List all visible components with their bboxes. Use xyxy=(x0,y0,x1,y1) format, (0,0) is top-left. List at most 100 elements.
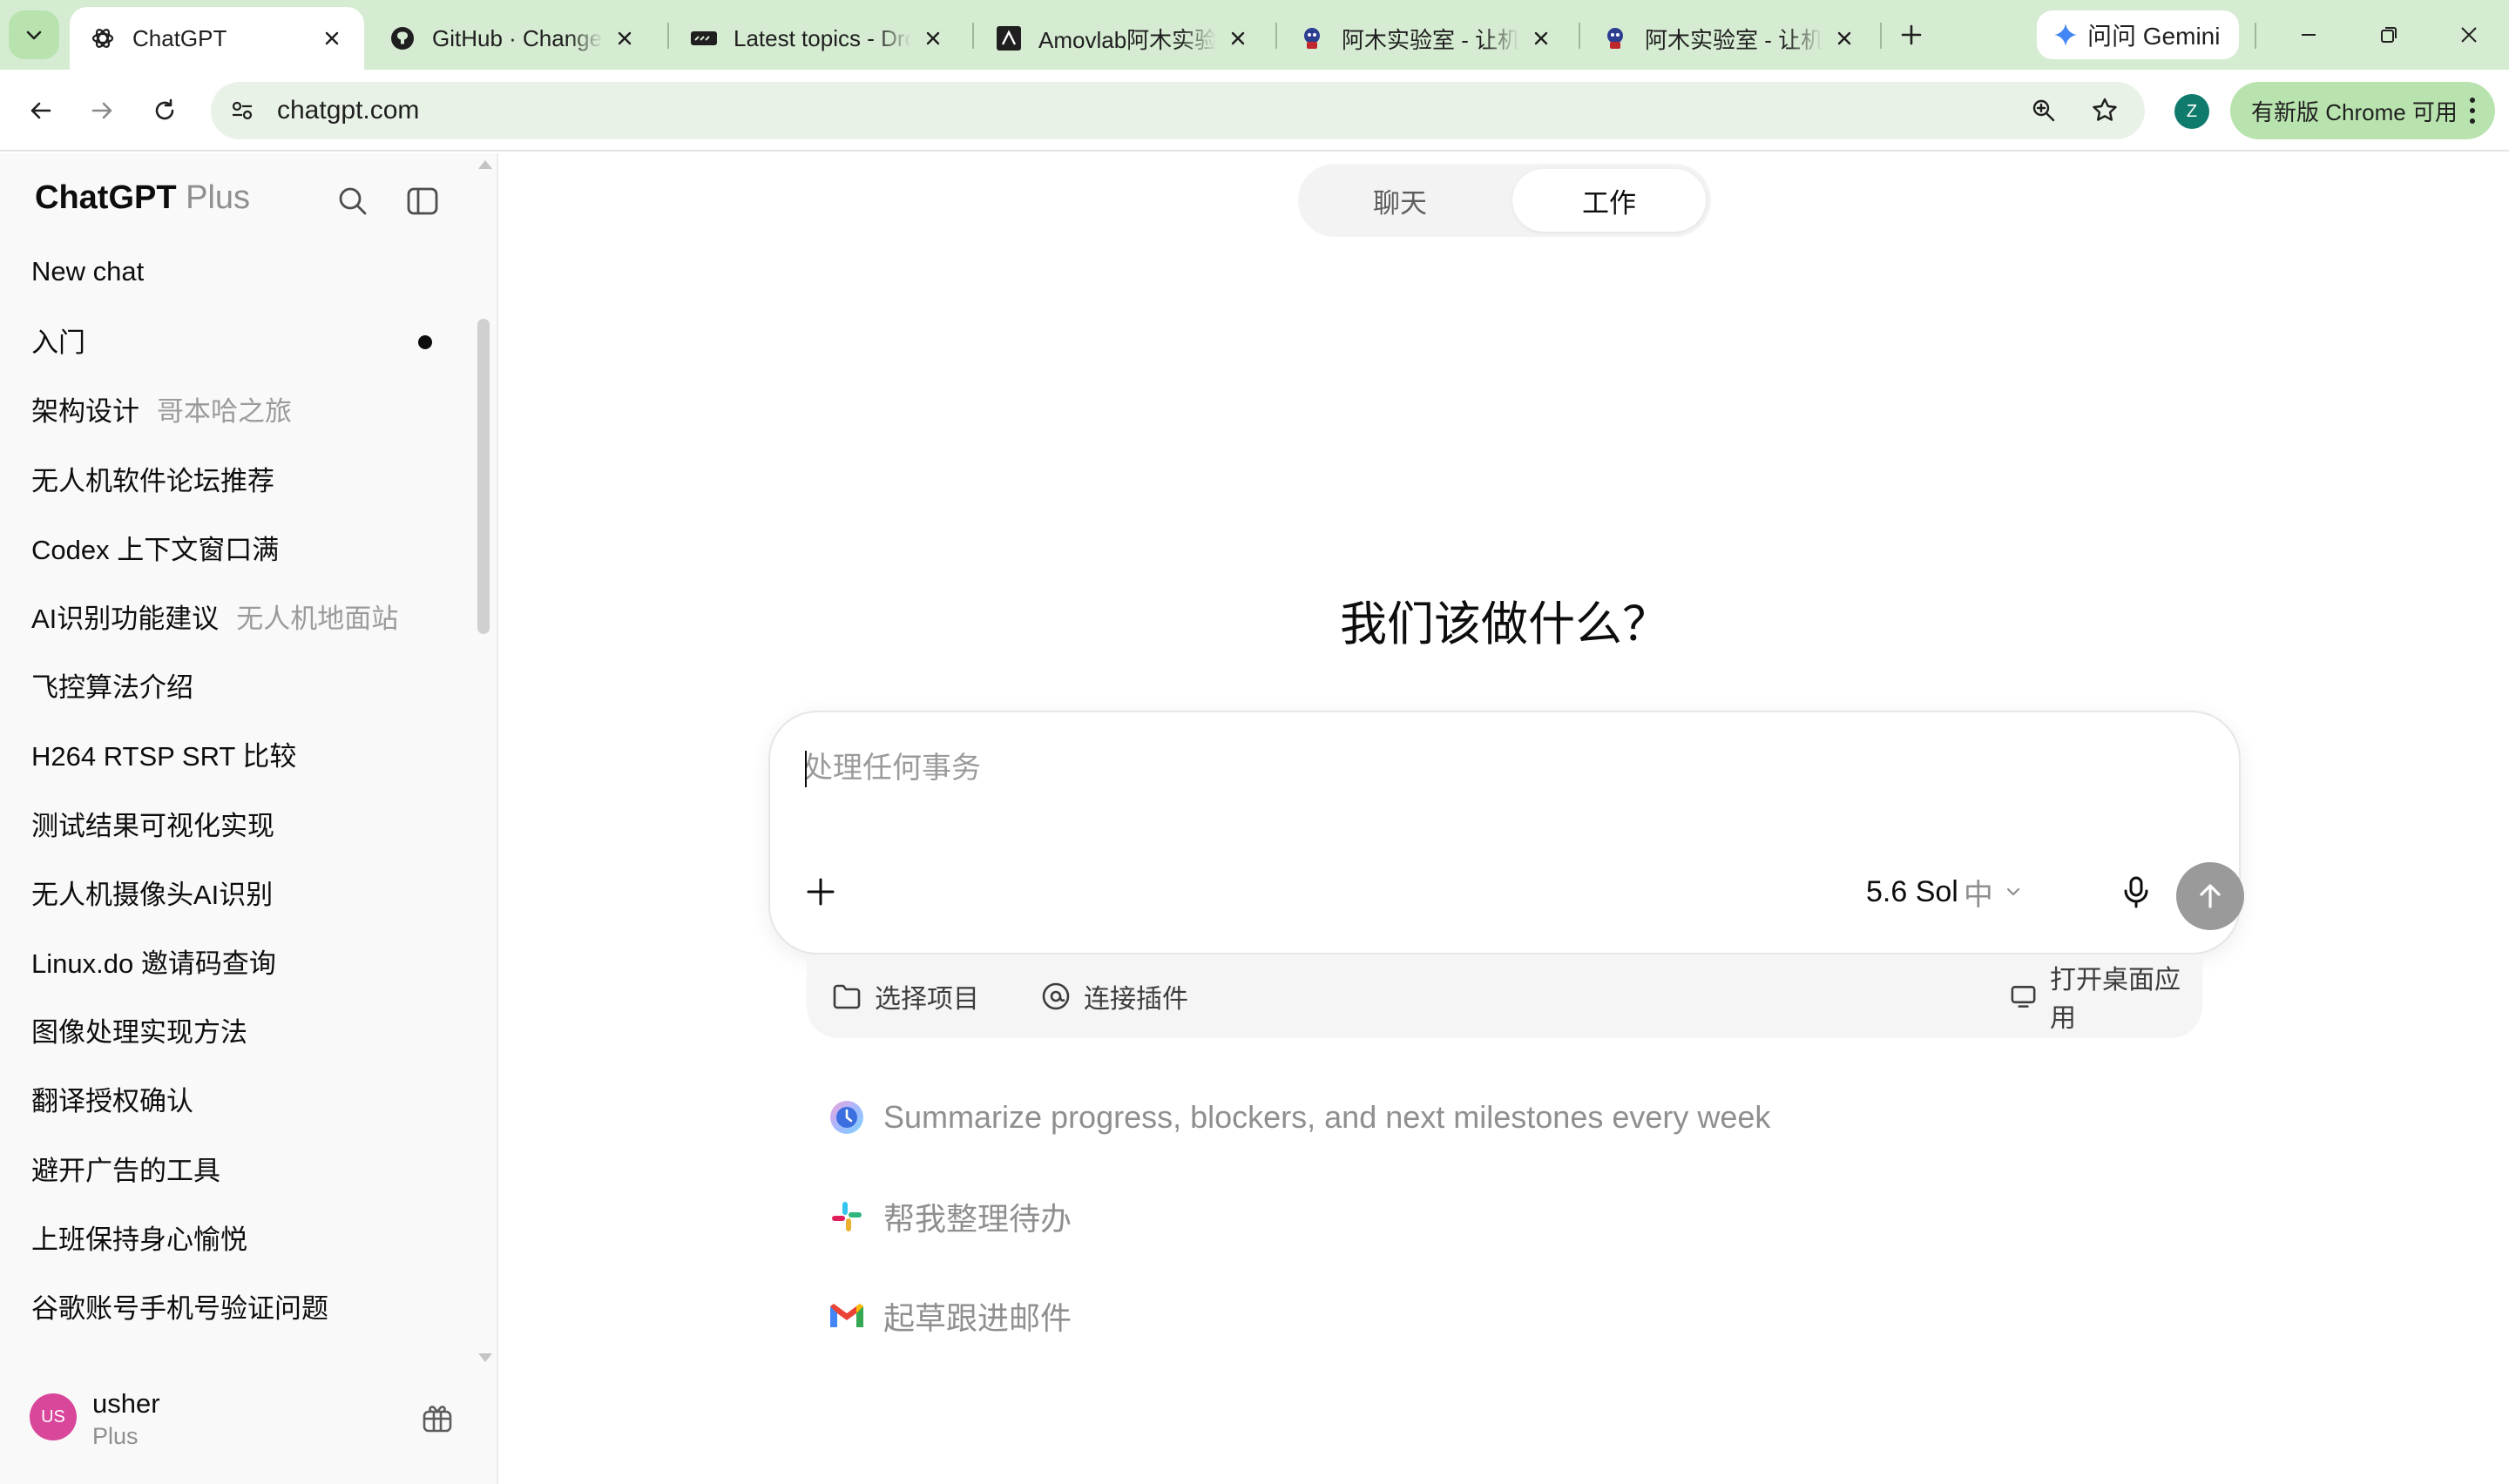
browser-tab-amovlab[interactable]: Amovlab阿木实验 xyxy=(976,7,1270,70)
tab-chat[interactable]: 聊天 xyxy=(1303,169,1497,232)
tab-separator xyxy=(972,23,974,49)
send-button[interactable] xyxy=(2176,862,2244,930)
tab-separator xyxy=(1880,23,1882,49)
app-brand[interactable]: ChatGPT Plus xyxy=(35,179,250,217)
chat-item[interactable]: 资料 xyxy=(0,1340,470,1345)
scroll-down-arrow-icon[interactable] xyxy=(478,1353,492,1362)
plugin-link-icon xyxy=(1042,982,1070,1010)
update-label: 有新版 Chrome 可用 xyxy=(2251,98,2458,125)
back-button[interactable] xyxy=(21,91,61,131)
chat-item[interactable]: AI识别功能建议 无人机地面站 xyxy=(0,582,470,651)
chat-item[interactable]: Codex 上下文窗口满 xyxy=(0,513,470,582)
tab-title: GitHub · Change i xyxy=(432,24,603,51)
chat-item[interactable]: 测试结果可视化实现 xyxy=(0,789,470,858)
suggestion-item[interactable]: Summarize progress, blockers, and next m… xyxy=(828,1068,2222,1167)
plus-icon xyxy=(1901,24,1922,45)
more-vert-icon[interactable] xyxy=(2469,98,2476,124)
bookmark-star-icon[interactable] xyxy=(2084,90,2126,132)
url-text[interactable]: chatgpt.com xyxy=(277,96,2023,125)
ask-gemini-button[interactable]: 问问 Gemini xyxy=(2037,10,2239,59)
minimize-button[interactable] xyxy=(2282,16,2335,54)
address-bar[interactable]: chatgpt.com xyxy=(211,82,2145,139)
chat-item[interactable]: H264 RTSP SRT 比较 xyxy=(0,719,470,788)
browser-tab-chatgpt[interactable]: ChatGPT xyxy=(70,7,364,70)
chat-item[interactable]: 无人机软件论坛推荐 xyxy=(0,444,470,513)
restore-button[interactable] xyxy=(2363,16,2415,54)
close-icon[interactable] xyxy=(920,25,946,51)
scroll-up-arrow-icon[interactable] xyxy=(478,160,492,169)
schedule-clock-icon xyxy=(828,1098,866,1137)
close-icon[interactable] xyxy=(1528,25,1554,51)
reload-button[interactable] xyxy=(145,91,185,131)
profile-avatar[interactable]: Z xyxy=(2174,94,2209,129)
browser-tab-linuxdo[interactable]: Latest topics - Drc xyxy=(671,7,965,70)
new-chat-button[interactable]: New chat xyxy=(0,237,470,306)
chat-title: H264 RTSP SRT 比较 xyxy=(31,741,297,772)
dictate-button[interactable] xyxy=(2112,867,2161,916)
browser-tab-amov-2[interactable]: 阿木实验室 - 让机器 xyxy=(1582,7,1877,70)
sidebar-scrollbar[interactable] xyxy=(474,155,493,1366)
site-settings-icon[interactable] xyxy=(225,93,260,128)
close-icon[interactable] xyxy=(1831,25,1857,51)
github-icon xyxy=(389,24,416,52)
chat-item[interactable]: 谷歌账号手机号验证问题 xyxy=(0,1272,470,1340)
folder-icon xyxy=(833,984,861,1009)
chat-item[interactable]: 无人机摄像头AI识别 xyxy=(0,858,470,927)
chevron-down-icon xyxy=(26,30,42,40)
chat-item[interactable]: 上班保持身心愉悦 xyxy=(0,1203,470,1272)
prompt-input[interactable] xyxy=(803,744,2197,813)
close-icon[interactable] xyxy=(1225,25,1251,51)
forward-button[interactable] xyxy=(82,91,122,131)
chat-title: 谷歌账号手机号验证问题 xyxy=(31,1292,328,1324)
mode-switch: 聊天 工作 xyxy=(1298,164,1711,237)
tab-title: Latest topics - Drc xyxy=(734,24,911,51)
openai-icon xyxy=(89,24,117,52)
add-attachment-button[interactable] xyxy=(796,867,845,916)
user-account-menu[interactable]: US usher Plus xyxy=(0,1373,497,1484)
search-chats-button[interactable] xyxy=(331,179,375,223)
amov-robot-icon xyxy=(1298,24,1326,52)
text-caret xyxy=(805,751,807,787)
chat-title: 入门 xyxy=(31,327,85,359)
open-desktop-app-button[interactable]: 打开桌面应用 xyxy=(2009,966,2202,1033)
suggestion-item[interactable]: 起草跟进邮件 xyxy=(828,1266,2222,1366)
chat-item[interactable]: 入门 xyxy=(0,306,470,374)
close-icon[interactable] xyxy=(612,25,638,51)
gift-button[interactable] xyxy=(415,1395,460,1440)
chat-title: AI识别功能建议 xyxy=(31,604,220,635)
scroll-thumb[interactable] xyxy=(477,319,490,634)
connect-plugin-button[interactable]: 连接插件 xyxy=(1040,977,1188,1015)
chat-item[interactable]: Linux.do 邀请码查询 xyxy=(0,927,470,995)
chat-title: 避开广告的工具 xyxy=(31,1155,220,1186)
suggestion-text: Summarize progress, blockers, and next m… xyxy=(883,1099,1771,1135)
chat-item[interactable]: 翻译授权确认 xyxy=(0,1064,470,1133)
tab-work[interactable]: 工作 xyxy=(1512,169,1706,232)
select-project-button[interactable]: 选择项目 xyxy=(831,977,979,1015)
zoom-icon[interactable] xyxy=(2023,90,2065,132)
composer-footer: 选择项目 连接插件 打开桌面应用 xyxy=(807,954,2202,1038)
suggestion-list: Summarize progress, blockers, and next m… xyxy=(828,1068,2222,1366)
model-selector[interactable]: 5.6 Sol 中 xyxy=(1866,873,2023,912)
close-window-button[interactable] xyxy=(2443,16,2495,54)
gift-icon xyxy=(423,1406,452,1433)
tab-search-button[interactable] xyxy=(9,10,59,59)
linuxdo-icon xyxy=(690,24,718,52)
tab-separator xyxy=(1579,23,1580,49)
chat-item[interactable]: 避开广告的工具 xyxy=(0,1133,470,1202)
suggestion-item[interactable]: 帮我整理待办 xyxy=(828,1167,2222,1266)
plus-icon xyxy=(807,878,835,906)
browser-tab-github[interactable]: GitHub · Change i xyxy=(369,7,657,70)
chrome-update-button[interactable]: 有新版 Chrome 可用 xyxy=(2230,82,2495,139)
unread-dot xyxy=(418,335,432,350)
browser-tab-amov-1[interactable]: 阿木实验室 - 让机器 xyxy=(1279,7,1573,70)
chat-item[interactable]: 图像处理实现方法 xyxy=(0,995,470,1064)
toggle-sidebar-button[interactable] xyxy=(401,179,444,223)
gemini-label: 问问 Gemini xyxy=(2087,23,2221,50)
chat-item[interactable]: 架构设计 哥本哈之旅 xyxy=(0,374,470,443)
close-icon[interactable] xyxy=(319,25,345,51)
close-icon xyxy=(2461,27,2477,43)
brand-plan: Plus xyxy=(186,179,251,216)
tab-separator xyxy=(2255,23,2256,49)
chat-item[interactable]: 飞控算法介绍 xyxy=(0,651,470,719)
new-tab-button[interactable] xyxy=(1892,16,1931,54)
